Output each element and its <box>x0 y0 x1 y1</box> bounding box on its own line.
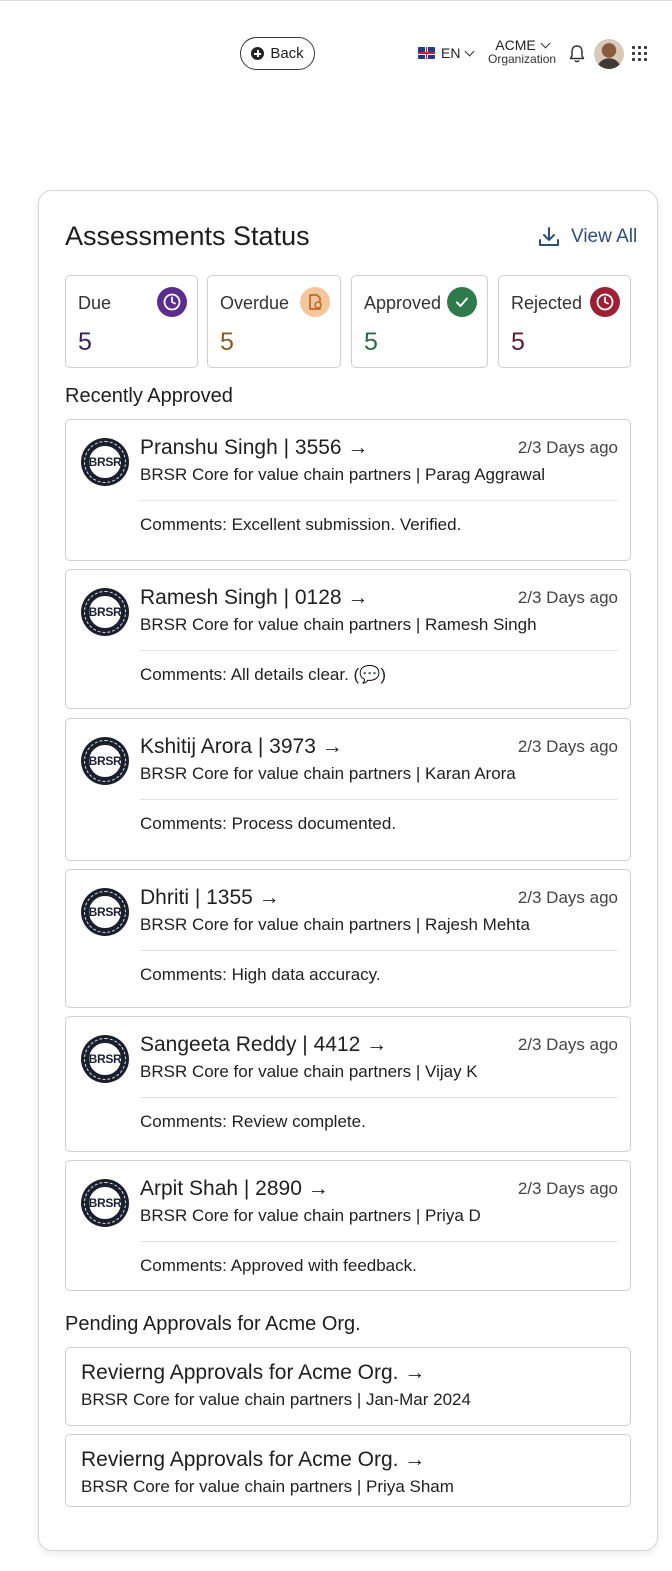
stat-label: Overdue <box>220 293 290 313</box>
brsr-badge-icon: BRSR <box>81 1035 129 1083</box>
divider <box>140 650 618 651</box>
item-title[interactable]: Arpit Shah | 2890 → <box>140 1177 329 1201</box>
stat-value: 5 <box>511 328 525 356</box>
item-subtitle: BRSR Core for value chain partners | Ram… <box>140 615 537 634</box>
pending-approvals-label: Pending Approvals for Acme Org. <box>65 1313 361 1335</box>
uk-flag-icon <box>418 47 435 59</box>
item-time: 2/3 Days ago <box>517 438 618 457</box>
recently-approved-label: Recently Approved <box>65 385 233 407</box>
org-sub: Organization <box>488 52 557 67</box>
chevron-down-icon <box>540 38 551 49</box>
list-item[interactable]: BRSR Dhriti | 1355 → 2/3 Days ago BRSR C… <box>65 869 631 1008</box>
list-item[interactable]: BRSR Ramesh Singh | 0128 → 2/3 Days ago … <box>65 569 631 709</box>
item-title[interactable]: Ramesh Singh | 0128 → <box>140 586 368 610</box>
divider <box>140 1097 618 1098</box>
assessments-card: Assessments Status View All Due 5 Overdu… <box>38 190 658 1551</box>
check-icon <box>447 287 477 317</box>
pending-item[interactable]: Revierng Approvals for Acme Org. → BRSR … <box>65 1434 631 1507</box>
item-comment: Comments: All details clear. (💬) <box>140 665 387 684</box>
view-all-button[interactable]: View All <box>537 225 637 249</box>
stat-value: 5 <box>78 328 92 356</box>
item-time: 2/3 Days ago <box>517 1179 618 1198</box>
item-time: 2/3 Days ago <box>517 737 618 756</box>
divider <box>140 950 618 951</box>
organization-selector[interactable]: ACME Organization <box>488 37 557 67</box>
stat-approved[interactable]: Approved 5 <box>351 275 488 368</box>
divider <box>140 799 618 800</box>
divider <box>140 1241 618 1242</box>
item-title[interactable]: Dhriti | 1355 → <box>140 886 280 910</box>
item-subtitle: BRSR Core for value chain partners | Vij… <box>140 1062 478 1081</box>
brsr-badge-icon: BRSR <box>81 888 129 936</box>
avatar[interactable] <box>594 39 624 69</box>
bell-icon[interactable] <box>568 44 586 64</box>
list-item[interactable]: BRSR Sangeeta Reddy | 4412 → 2/3 Days ag… <box>65 1016 631 1152</box>
item-subtitle: BRSR Core for value chain partners | Par… <box>140 465 546 484</box>
item-comment: Comments: Approved with feedback. <box>140 1256 417 1275</box>
clock-icon <box>157 287 187 317</box>
stat-overdue[interactable]: Overdue 5 <box>207 275 341 368</box>
divider <box>140 500 618 501</box>
pending-subtitle: BRSR Core for value chain partners | Jan… <box>81 1390 471 1409</box>
stat-value: 5 <box>364 328 378 356</box>
org-name: ACME <box>495 37 536 53</box>
stat-value: 5 <box>220 328 234 356</box>
item-subtitle: BRSR Core for value chain partners | Pri… <box>140 1206 481 1225</box>
back-arrow-icon <box>251 47 265 60</box>
document-icon <box>300 287 330 317</box>
pending-subtitle: BRSR Core for value chain partners | Pri… <box>81 1477 454 1496</box>
item-title[interactable]: Sangeeta Reddy | 4412 → <box>140 1033 387 1057</box>
back-label: Back <box>270 45 304 62</box>
pending-title[interactable]: Revierng Approvals for Acme Org. → <box>81 1361 425 1385</box>
clock-icon <box>590 287 620 317</box>
brsr-badge-icon: BRSR <box>81 588 129 636</box>
apps-grid-icon[interactable] <box>632 46 647 61</box>
item-title[interactable]: Pranshu Singh | 3556 → <box>140 436 368 460</box>
item-subtitle: BRSR Core for value chain partners | Kar… <box>140 764 516 783</box>
stat-label: Rejected <box>511 293 583 313</box>
item-title[interactable]: Kshitij Arora | 3973 → <box>140 735 343 759</box>
brsr-badge-icon: BRSR <box>81 737 129 785</box>
brsr-badge-icon: BRSR <box>81 1179 129 1227</box>
brsr-badge-icon: BRSR <box>81 438 129 486</box>
item-time: 2/3 Days ago <box>517 588 618 607</box>
list-item[interactable]: BRSR Arpit Shah | 2890 → 2/3 Days ago BR… <box>65 1160 631 1291</box>
language-label: EN <box>441 45 461 61</box>
item-comment: Comments: Process documented. <box>140 814 397 833</box>
chevron-down-icon <box>465 46 475 56</box>
item-time: 2/3 Days ago <box>517 888 618 907</box>
card-title: Assessments Status <box>65 221 310 251</box>
item-comment: Comments: Excellent submission. Verified… <box>140 515 462 534</box>
list-item[interactable]: BRSR Pranshu Singh | 3556 → 2/3 Days ago… <box>65 419 631 561</box>
item-comment: Comments: Review complete. <box>140 1112 366 1131</box>
stat-rejected[interactable]: Rejected 5 <box>498 275 631 368</box>
download-icon <box>539 227 559 246</box>
language-selector[interactable]: EN <box>418 45 475 61</box>
stat-label: Approved <box>364 293 442 313</box>
list-item[interactable]: BRSR Kshitij Arora | 3973 → 2/3 Days ago… <box>65 718 631 861</box>
item-comment: Comments: High data accuracy. <box>140 965 381 984</box>
top-bar: Back EN ACME Organization <box>0 0 672 100</box>
stat-label: Due <box>78 293 112 313</box>
pending-title[interactable]: Revierng Approvals for Acme Org. → <box>81 1448 425 1472</box>
item-time: 2/3 Days ago <box>517 1035 618 1054</box>
view-all-label: View All <box>571 226 638 247</box>
status-stats: Due 5 Overdue 5 Approved 5 Rejected 5 <box>65 275 631 368</box>
back-button[interactable]: Back <box>240 37 315 70</box>
pending-item[interactable]: Revierng Approvals for Acme Org. → BRSR … <box>65 1347 631 1426</box>
stat-due[interactable]: Due 5 <box>65 275 198 368</box>
item-subtitle: BRSR Core for value chain partners | Raj… <box>140 915 530 934</box>
